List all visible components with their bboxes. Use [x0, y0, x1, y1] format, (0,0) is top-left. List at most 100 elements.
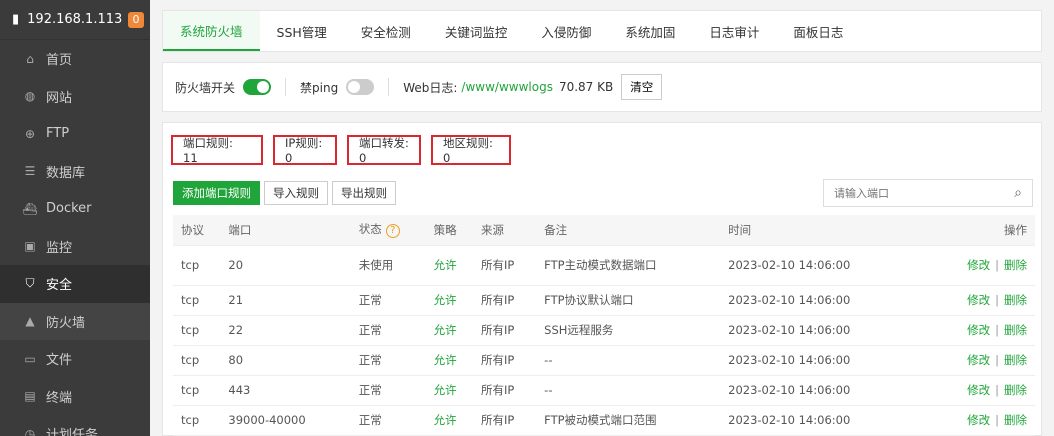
weblog-label: Web日志: [403, 80, 458, 95]
cell-port: 39000-40000 [220, 405, 351, 436]
tab-log-audit[interactable]: 日志审计 [692, 11, 776, 51]
home-icon: ⌂ [26, 51, 34, 66]
edit-link[interactable]: 修改 [967, 293, 990, 307]
sidebar-item-cron[interactable]: ◷ 计划任务 [0, 415, 150, 436]
cell-remark: FTP被动模式端口范围 [536, 405, 721, 436]
port-search-input[interactable] [834, 186, 1004, 200]
tab-system-firewall[interactable]: 系统防火墙 [163, 11, 260, 51]
separator: | [995, 413, 999, 427]
add-port-rule-button[interactable]: 添加端口规则 [173, 181, 260, 205]
cell-protocol: tcp [173, 405, 221, 436]
col-source: 来源 [473, 215, 537, 246]
cell-actions: 修改 | 删除 [919, 375, 1035, 406]
firewall-toggle[interactable] [243, 79, 272, 95]
delete-link[interactable]: 删除 [1004, 413, 1027, 427]
weblog-path[interactable]: /www/wwwlogs [461, 80, 553, 94]
main-content: 系统防火墙 SSH管理 安全检测 关键词监控 入侵防御 系统加固 日志审计 面板… [150, 0, 1054, 436]
edit-link[interactable]: 修改 [967, 383, 990, 397]
table-row: tcp 39000-40000 正常 允许 所有IP FTP被动模式端口范围 2… [173, 405, 1035, 436]
sidebar-item-home[interactable]: ⌂ 首页 [0, 40, 150, 78]
sidebar-item-docker[interactable]: ⛴ Docker [0, 190, 150, 228]
col-port: 端口 [220, 215, 351, 246]
weblog-size: 70.87 KB [558, 80, 614, 94]
cell-status: 正常 [350, 315, 426, 346]
sidebar-item-files[interactable]: ▭ 文件 [0, 340, 150, 378]
cell-policy: 允许 [425, 375, 474, 406]
shield-icon: ⛉ [25, 276, 35, 291]
cell-status: 正常 [350, 405, 426, 436]
toggle-knob [257, 81, 270, 93]
separator: | [995, 323, 999, 337]
edit-link[interactable]: 修改 [967, 258, 990, 272]
tab-intrusion-prevention[interactable]: 入侵防御 [524, 11, 608, 51]
firewall-toolbar: 防火墙开关 禁ping Web日志: /www/wwwlogs 70.87 KB… [162, 62, 1042, 112]
cell-status: 正常 [350, 375, 426, 406]
cell-time: 2023-02-10 14:06:00 [720, 345, 919, 376]
help-icon[interactable]: ? [385, 224, 400, 239]
table-row: tcp 443 正常 允许 所有IP -- 2023-02-10 14:06:0… [173, 375, 1035, 406]
col-time: 时间 [720, 215, 919, 246]
import-rules-button[interactable]: 导入规则 [264, 181, 328, 205]
clock-icon: ◷ [24, 426, 36, 436]
delete-link[interactable]: 删除 [1004, 383, 1027, 397]
database-icon: ☰ [24, 164, 36, 179]
table-row: tcp 80 正常 允许 所有IP -- 2023-02-10 14:06:00… [173, 345, 1035, 376]
cell-protocol: tcp [173, 285, 221, 316]
stat-port-rules[interactable]: 端口规则: 11 [171, 135, 263, 165]
search-icon[interactable]: ⌕ [1004, 185, 1032, 201]
sidebar-item-terminal[interactable]: ▤ 终端 [0, 378, 150, 416]
sidebar-item-monitor[interactable]: ▣ 监控 [0, 228, 150, 266]
tab-ssh[interactable]: SSH管理 [260, 11, 344, 51]
tab-panel-log[interactable]: 面板日志 [776, 11, 860, 51]
delete-link[interactable]: 删除 [1004, 258, 1027, 272]
ping-toggle[interactable] [346, 79, 375, 95]
cell-remark: FTP主动模式数据端口 [536, 245, 721, 286]
tab-keyword-monitor[interactable]: 关键词监控 [428, 11, 525, 51]
separator: | [995, 383, 999, 397]
tab-security-check[interactable]: 安全检测 [344, 11, 428, 51]
cell-policy: 允许 [425, 285, 474, 316]
firewall-icon: ▲ [25, 314, 35, 329]
cell-remark: -- [536, 375, 721, 406]
separator: | [995, 293, 999, 307]
cell-time: 2023-02-10 14:06:00 [720, 405, 919, 436]
cell-remark: SSH远程服务 [536, 315, 721, 346]
tab-system-hardening[interactable]: 系统加固 [608, 11, 692, 51]
sidebar-item-database[interactable]: ☰ 数据库 [0, 153, 150, 191]
cell-actions: 修改 | 删除 [919, 285, 1035, 316]
cell-port: 22 [220, 315, 351, 346]
cell-protocol: tcp [173, 315, 221, 346]
col-policy: 策略 [425, 215, 474, 246]
ping-label: 禁ping [300, 80, 339, 95]
edit-link[interactable]: 修改 [967, 353, 990, 367]
edit-link[interactable]: 修改 [967, 323, 990, 337]
stat-ip-rules[interactable]: IP规则: 0 [273, 135, 337, 165]
cell-time: 2023-02-10 14:06:00 [720, 285, 919, 316]
server-header[interactable]: ▮ 192.168.1.113 0 [0, 0, 150, 40]
delete-link[interactable]: 删除 [1004, 323, 1027, 337]
clear-log-button[interactable]: 清空 [621, 74, 663, 100]
sidebar-item-security[interactable]: ⛉ 安全 [0, 265, 150, 303]
col-actions: 操作 [919, 215, 1035, 246]
sidebar-item-website[interactable]: ◍ 网站 [0, 78, 150, 116]
stat-region-rules[interactable]: 地区规则: 0 [431, 135, 511, 165]
table-row: tcp 20 未使用 允许 所有IP FTP主动模式数据端口 2023-02-1… [173, 245, 1035, 286]
terminal-icon: ▤ [24, 389, 36, 404]
delete-link[interactable]: 删除 [1004, 353, 1027, 367]
cell-policy: 允许 [425, 245, 474, 286]
ftp-icon: ⊕ [24, 126, 36, 141]
server-ip: 192.168.1.113 [27, 12, 123, 27]
delete-link[interactable]: 删除 [1004, 293, 1027, 307]
edit-link[interactable]: 修改 [967, 413, 990, 427]
cell-actions: 修改 | 删除 [919, 245, 1035, 286]
cell-time: 2023-02-10 14:06:00 [720, 375, 919, 406]
sidebar-item-firewall[interactable]: ▲ 防火墙 [0, 302, 150, 340]
notification-badge[interactable]: 0 [128, 11, 144, 28]
cell-source: 所有IP [473, 375, 537, 406]
cell-actions: 修改 | 删除 [919, 315, 1035, 346]
table-header-row: 协议 端口 状态? 策略 来源 备注 时间 操作 [173, 215, 1035, 246]
export-rules-button[interactable]: 导出规则 [332, 181, 396, 205]
port-rules-table: 协议 端口 状态? 策略 来源 备注 时间 操作 tcp 20 未使用 允许 所… [173, 215, 1035, 436]
stat-port-forward[interactable]: 端口转发: 0 [347, 135, 421, 165]
sidebar-item-ftp[interactable]: ⊕ FTP [0, 115, 150, 153]
